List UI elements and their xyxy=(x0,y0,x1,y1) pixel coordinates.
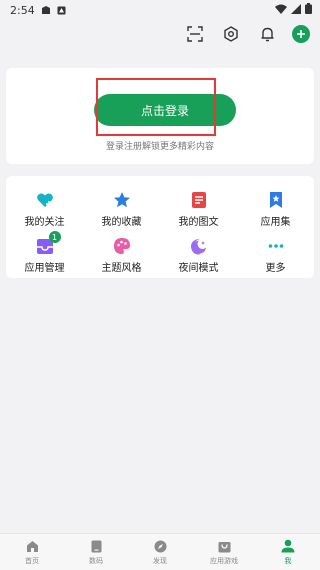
grid-item-label: 我的收藏 xyxy=(101,217,142,228)
shortcut-grid: 我的关注 我的收藏 我的图文 应用集 1 应用管理 主题风格 夜间模式 更多 xyxy=(6,176,314,278)
signal-icon xyxy=(291,3,301,17)
battery-icon xyxy=(305,3,312,17)
grid-item-more[interactable]: 更多 xyxy=(237,230,314,274)
grid-item-label: 更多 xyxy=(265,263,286,274)
nav-label: 数码 xyxy=(89,557,103,565)
heart-plus-icon xyxy=(35,191,55,209)
add-button[interactable] xyxy=(292,25,310,43)
nav-item-apps-games[interactable]: 应用游戏 xyxy=(192,534,256,570)
bottom-nav: 首页 数码 发现 应用游戏 我 xyxy=(0,533,320,570)
nav-label: 我 xyxy=(284,557,292,565)
top-toolbar xyxy=(184,22,310,46)
notification-icon xyxy=(41,5,51,15)
bag-icon xyxy=(217,539,231,553)
grid-item-theme-style[interactable]: 主题风格 xyxy=(83,230,160,274)
status-bar: 2:54 xyxy=(0,0,320,20)
bookmark-icon xyxy=(266,191,286,209)
grid-item-my-posts[interactable]: 我的图文 xyxy=(160,184,237,228)
nav-item-digital[interactable]: 数码 xyxy=(64,534,128,570)
palette-icon xyxy=(112,237,132,255)
grid-item-night-mode[interactable]: 夜间模式 xyxy=(160,230,237,274)
grid-item-label: 应用管理 xyxy=(24,263,65,274)
login-hint: 登录注册解锁更多精彩内容 xyxy=(105,142,214,152)
moon-icon xyxy=(189,237,209,255)
grid-item-my-favorites[interactable]: 我的收藏 xyxy=(83,184,160,228)
user-icon xyxy=(281,539,295,553)
nav-label: 首页 xyxy=(25,557,39,565)
nav-item-me[interactable]: 我 xyxy=(256,534,320,570)
login-card: 点击登录 登录注册解锁更多精彩内容 xyxy=(6,68,314,164)
grid-item-my-follows[interactable]: 我的关注 xyxy=(6,184,83,228)
grid-item-label: 主题风格 xyxy=(101,263,142,274)
nav-item-discover[interactable]: 发现 xyxy=(128,534,192,570)
login-button[interactable]: 点击登录 xyxy=(94,94,236,126)
document-icon xyxy=(189,191,209,209)
star-icon xyxy=(112,191,132,209)
grid-item-label: 我的图文 xyxy=(178,217,219,228)
grid-item-app-management[interactable]: 1 应用管理 xyxy=(6,230,83,274)
notifications-button[interactable] xyxy=(256,23,278,45)
inbox-icon: 1 xyxy=(35,231,61,255)
grid-item-label: 应用集 xyxy=(260,217,291,228)
gear-icon xyxy=(224,26,238,42)
scan-icon xyxy=(187,26,203,42)
device-icon xyxy=(89,539,103,553)
nav-label: 发现 xyxy=(153,557,167,565)
grid-item-label: 我的关注 xyxy=(24,217,65,228)
compass-icon xyxy=(153,539,167,553)
more-icon xyxy=(266,237,286,255)
status-right-icons xyxy=(275,3,312,17)
scan-button[interactable] xyxy=(184,23,206,45)
bell-icon xyxy=(261,27,273,42)
nav-item-home[interactable]: 首页 xyxy=(0,534,64,570)
nav-label: 应用游戏 xyxy=(210,557,238,565)
home-icon xyxy=(25,539,39,553)
settings-button[interactable] xyxy=(220,23,242,45)
grid-item-app-collections[interactable]: 应用集 xyxy=(237,184,314,228)
update-count-badge: 1 xyxy=(48,231,61,243)
plus-icon xyxy=(297,30,305,38)
wifi-icon xyxy=(275,4,287,17)
status-time: 2:54 xyxy=(10,3,35,17)
app-notification-icon xyxy=(57,6,66,15)
grid-item-label: 夜间模式 xyxy=(178,263,219,274)
